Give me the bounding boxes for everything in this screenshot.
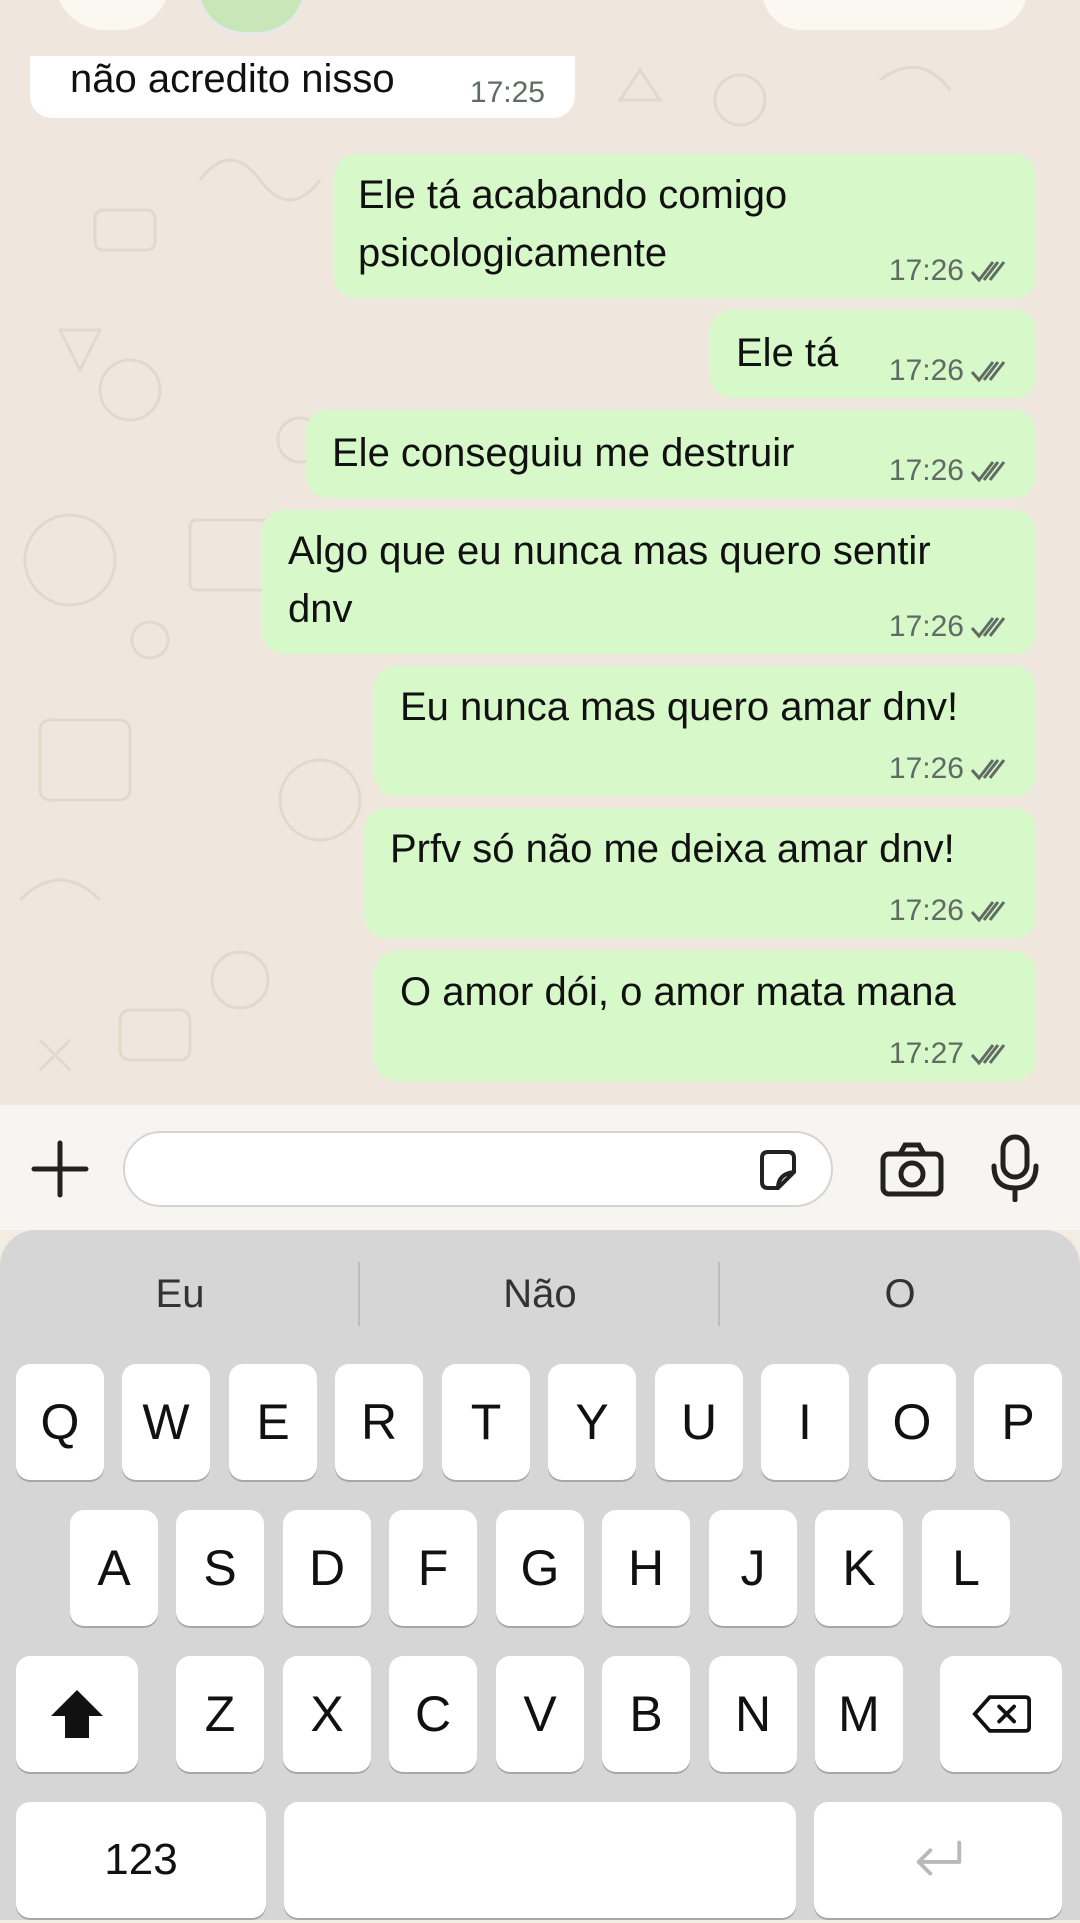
read-ticks-icon <box>970 361 1006 383</box>
read-ticks-icon <box>970 759 1006 781</box>
read-ticks-icon <box>970 1044 1006 1066</box>
time-label: 17:26 <box>888 354 964 387</box>
message-meta: 17:26 <box>889 754 1010 784</box>
message-bubble-outgoing[interactable]: Prfv só não me deixa amar dnv! 17:26 <box>364 808 1036 938</box>
time-label: 17:26 <box>888 752 964 785</box>
suggestion-3[interactable]: O <box>720 1262 1080 1326</box>
key-a[interactable]: A <box>70 1510 158 1626</box>
time-label: 17:26 <box>888 610 964 643</box>
message-bubble-outgoing[interactable]: Algo que eu nunca mas quero sentir dnv 1… <box>262 510 1036 654</box>
key-h[interactable]: H <box>602 1510 690 1626</box>
message-meta: 17:26 <box>889 612 1010 642</box>
suggestion-2[interactable]: Não <box>360 1262 720 1326</box>
read-ticks-icon <box>970 617 1006 639</box>
message-text-line2: dnv <box>288 587 353 631</box>
time-label: 17:26 <box>888 454 964 487</box>
message-meta: 17:26 <box>889 256 1010 286</box>
key-f[interactable]: F <box>389 1510 477 1626</box>
suggestion-1[interactable]: Eu <box>0 1262 360 1326</box>
message-text-line1: Ele tá acabando comigo <box>358 173 788 217</box>
header-actions-area[interactable] <box>762 0 1027 30</box>
return-icon <box>916 1840 962 1876</box>
key-i[interactable]: I <box>761 1364 849 1480</box>
plus-icon[interactable] <box>28 1137 92 1201</box>
key-d[interactable]: D <box>283 1510 371 1626</box>
key-m[interactable]: M <box>815 1656 903 1772</box>
message-meta: 17:26 <box>889 356 1010 386</box>
return-key[interactable] <box>814 1802 1062 1918</box>
key-c[interactable]: C <box>389 1656 477 1772</box>
message-bubble-outgoing[interactable]: Ele tá 17:26 <box>710 310 1036 398</box>
message-text-line1: Algo que eu nunca mas quero sentir <box>288 529 931 573</box>
chat-area[interactable]: não acredito nisso 17:25 Ele tá acabando… <box>0 0 1080 1105</box>
backspace-icon <box>972 1695 1031 1733</box>
key-r[interactable]: R <box>335 1364 423 1480</box>
message-text: O amor dói, o amor mata mana <box>400 970 956 1014</box>
shift-key[interactable] <box>16 1656 138 1772</box>
key-s[interactable]: S <box>176 1510 264 1626</box>
message-meta: 17:26 <box>889 896 1010 926</box>
time-label: 17:26 <box>888 254 964 287</box>
key-x[interactable]: X <box>283 1656 371 1772</box>
key-p[interactable]: P <box>974 1364 1062 1480</box>
key-u[interactable]: U <box>655 1364 743 1480</box>
read-ticks-icon <box>970 261 1006 283</box>
space-key[interactable] <box>284 1802 796 1918</box>
time-label: 17:27 <box>888 1037 964 1070</box>
key-v[interactable]: V <box>496 1656 584 1772</box>
message-meta: 17:27 <box>889 1039 1010 1069</box>
message-text: não acredito nisso <box>70 57 395 101</box>
key-k[interactable]: K <box>815 1510 903 1626</box>
message-text: Ele conseguiu me destruir <box>332 431 795 475</box>
microphone-icon[interactable] <box>990 1134 1040 1202</box>
key-l[interactable]: L <box>922 1510 1010 1626</box>
key-q[interactable]: Q <box>16 1364 104 1480</box>
key-g[interactable]: G <box>496 1510 584 1626</box>
backspace-key[interactable] <box>940 1656 1062 1772</box>
message-input[interactable] <box>123 1131 833 1207</box>
camera-icon[interactable] <box>880 1140 944 1198</box>
message-bubble-outgoing[interactable]: Ele tá acabando comigo psicologicamente … <box>334 154 1036 298</box>
read-ticks-icon <box>970 461 1006 483</box>
sticker-icon[interactable] <box>754 1146 802 1194</box>
message-text: Eu nunca mas quero amar dnv! <box>400 685 959 729</box>
read-ticks-icon <box>970 901 1006 923</box>
shift-icon <box>51 1690 103 1738</box>
key-j[interactable]: J <box>709 1510 797 1626</box>
key-z[interactable]: Z <box>176 1656 264 1772</box>
key-n[interactable]: N <box>709 1656 797 1772</box>
message-time: 17:25 <box>470 78 545 108</box>
message-bubble-outgoing[interactable]: Ele conseguiu me destruir 17:26 <box>306 410 1036 498</box>
numbers-key[interactable]: 123 <box>16 1802 266 1918</box>
message-bubble-incoming[interactable]: não acredito nisso 17:25 <box>30 56 575 118</box>
message-meta: 17:26 <box>889 456 1010 486</box>
time-label: 17:25 <box>469 76 545 109</box>
message-bubble-outgoing[interactable]: O amor dói, o amor mata mana 17:27 <box>374 951 1036 1081</box>
key-w[interactable]: W <box>122 1364 210 1480</box>
key-t[interactable]: T <box>442 1364 530 1480</box>
message-text: Ele tá <box>736 331 839 375</box>
message-text: Prfv só não me deixa amar dnv! <box>390 827 955 871</box>
message-bubble-outgoing[interactable]: Eu nunca mas quero amar dnv! 17:26 <box>374 666 1036 796</box>
message-text-line2: psicologicamente <box>358 231 668 275</box>
key-y[interactable]: Y <box>548 1364 636 1480</box>
key-b[interactable]: B <box>602 1656 690 1772</box>
key-e[interactable]: E <box>229 1364 317 1480</box>
time-label: 17:26 <box>888 894 964 927</box>
key-o[interactable]: O <box>868 1364 956 1480</box>
